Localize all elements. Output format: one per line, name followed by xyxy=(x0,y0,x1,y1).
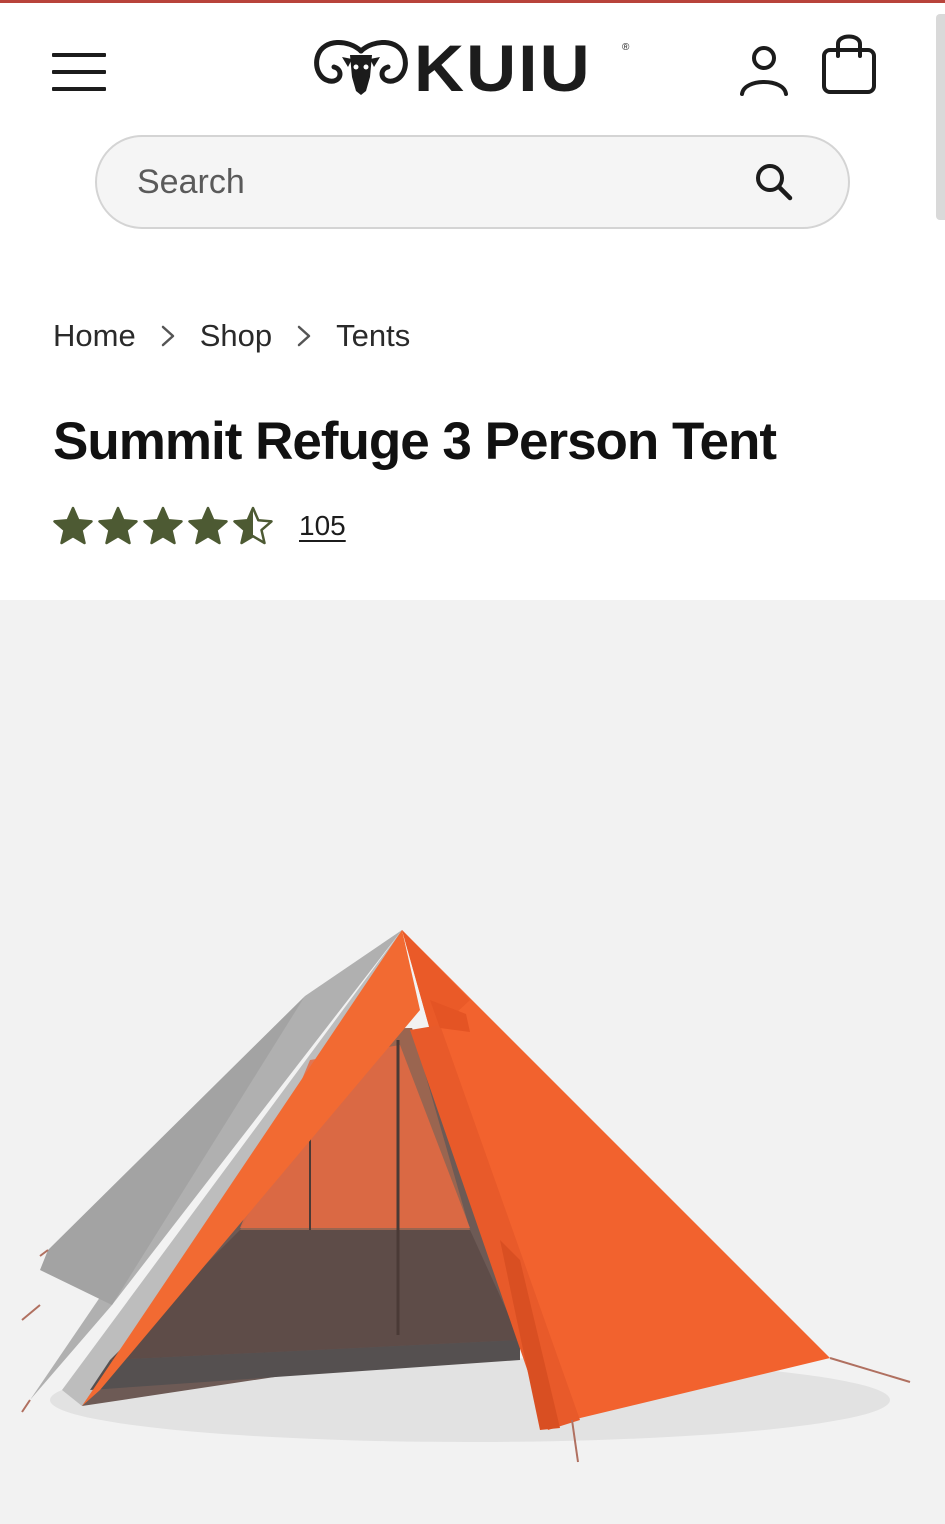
product-title: Summit Refuge 3 Person Tent xyxy=(53,412,777,471)
star-full-icon xyxy=(143,506,183,545)
brand-wordmark: KUIU xyxy=(414,31,592,105)
product-page: KUIU ® Home Shop Tents Summit Re xyxy=(0,0,945,1524)
product-rating[interactable]: 105 xyxy=(53,502,346,550)
star-half-icon xyxy=(233,506,273,545)
menu-bar xyxy=(52,70,106,74)
ram-head-logo-icon xyxy=(314,40,408,95)
menu-button[interactable] xyxy=(50,48,108,96)
breadcrumb: Home Shop Tents xyxy=(53,314,410,358)
star-full-icon xyxy=(188,506,228,545)
menu-bar xyxy=(52,53,106,57)
brand-logo[interactable]: KUIU xyxy=(312,31,632,105)
search-input[interactable] xyxy=(97,152,752,212)
user-icon xyxy=(740,46,788,96)
breadcrumb-shop[interactable]: Shop xyxy=(200,318,272,354)
breadcrumb-tents[interactable]: Tents xyxy=(336,318,410,354)
breadcrumb-home[interactable]: Home xyxy=(53,318,136,354)
tent-product-image xyxy=(21,930,911,1463)
star-full-icon xyxy=(98,506,138,545)
search-bar xyxy=(95,135,850,229)
top-accent-rule xyxy=(0,0,945,3)
review-count-link[interactable]: 105 xyxy=(299,510,346,542)
product-image-gallery[interactable] xyxy=(0,600,945,1524)
account-button[interactable] xyxy=(736,42,792,98)
search-icon[interactable] xyxy=(752,160,796,204)
menu-bar xyxy=(52,87,106,91)
registered-mark: ® xyxy=(622,42,630,53)
chevron-right-icon xyxy=(161,325,174,347)
chevron-right-icon xyxy=(297,325,311,347)
cart-button[interactable] xyxy=(818,30,880,98)
star-rating xyxy=(53,506,273,546)
shopping-bag-icon xyxy=(822,34,876,94)
scrollbar[interactable] xyxy=(936,14,945,220)
star-full-icon xyxy=(53,506,93,545)
